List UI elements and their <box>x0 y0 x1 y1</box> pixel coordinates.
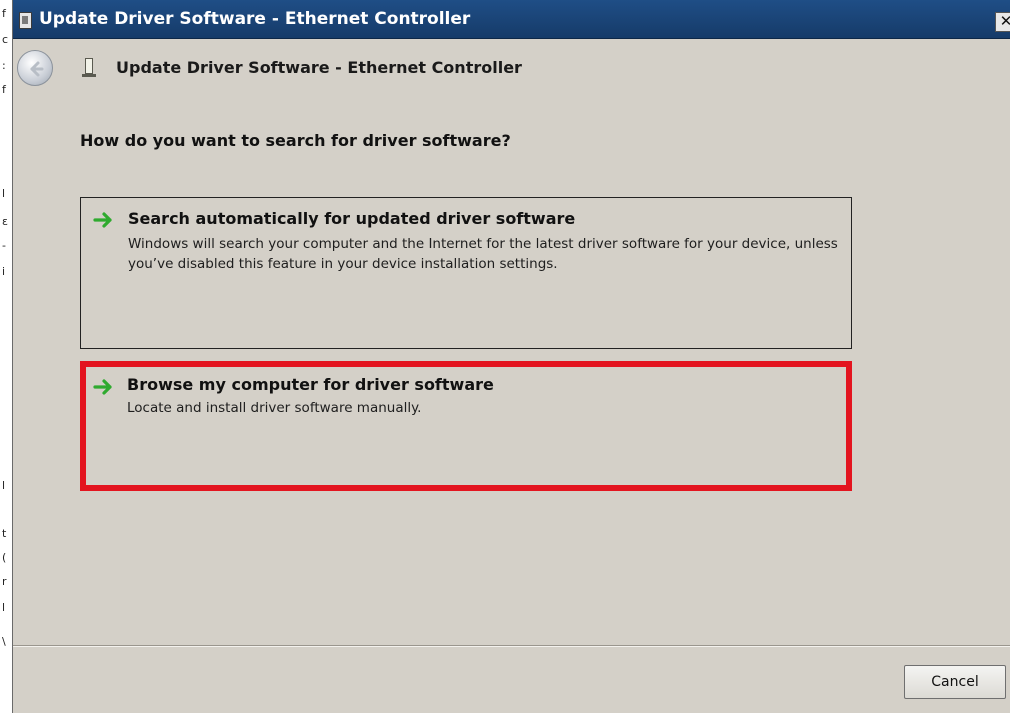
background-text: l <box>2 479 6 492</box>
background-text: t <box>2 527 7 540</box>
wizard-header: Update Driver Software - Ethernet Contro… <box>13 39 1010 95</box>
background-window-edge: f c : f l ɛ - i l t ( r l \ <box>0 0 12 713</box>
background-text: f <box>2 7 6 20</box>
search-automatically-option[interactable]: Search automatically for updated driver … <box>80 197 852 349</box>
background-text: l <box>2 187 6 200</box>
close-button[interactable]: ✕ <box>995 12 1010 32</box>
background-text: f <box>2 83 6 96</box>
background-text: r <box>2 575 7 588</box>
background-text: i <box>2 265 6 278</box>
background-text: ( <box>2 551 7 564</box>
background-text: c <box>2 33 9 46</box>
browse-computer-option[interactable]: Browse my computer for driver software L… <box>80 361 852 491</box>
back-button[interactable] <box>17 50 53 86</box>
footer-divider <box>13 645 1010 647</box>
green-arrow-icon <box>93 212 112 228</box>
update-driver-dialog: Update Driver Software - Ethernet Contro… <box>12 0 1010 713</box>
wizard-title: Update Driver Software - Ethernet Contro… <box>116 58 522 77</box>
background-text: : <box>2 59 6 72</box>
option-title: Search automatically for updated driver … <box>128 209 576 228</box>
option-description: Windows will search your computer and th… <box>128 236 838 272</box>
window-title: Update Driver Software - Ethernet Contro… <box>39 9 471 29</box>
network-card-icon <box>82 58 96 77</box>
option-description: Locate and install driver software manua… <box>127 400 422 416</box>
search-question: How do you want to search for driver sof… <box>80 131 511 150</box>
back-arrow-icon <box>30 61 44 77</box>
title-bar[interactable]: Update Driver Software - Ethernet Contro… <box>13 0 1010 39</box>
background-text: ɛ <box>2 215 8 228</box>
option-title: Browse my computer for driver software <box>127 375 494 394</box>
background-text: \ <box>2 635 6 648</box>
background-text: - <box>2 239 6 252</box>
cancel-button[interactable]: Cancel <box>904 665 1006 699</box>
green-arrow-icon <box>93 379 112 395</box>
background-text: l <box>2 601 6 614</box>
device-manager-icon <box>19 12 32 29</box>
